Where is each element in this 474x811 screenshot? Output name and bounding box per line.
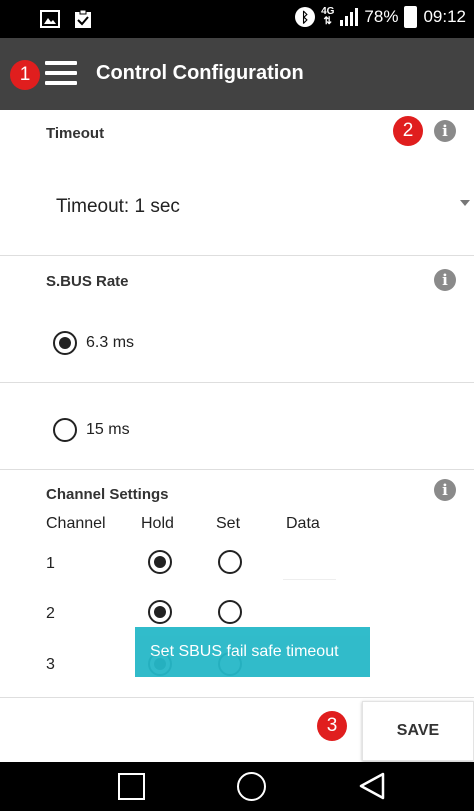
clipboard-check-icon (74, 9, 92, 29)
toast-message: Set SBUS fail safe timeout (135, 627, 370, 677)
hold-radio-channel-2[interactable] (148, 600, 172, 624)
hold-radio-channel-1[interactable] (148, 550, 172, 574)
sbus-rate-title: S.BUS Rate (46, 273, 129, 290)
divider (0, 697, 474, 698)
bluetooth-icon: ᛒ (295, 7, 316, 27)
divider (0, 382, 474, 383)
battery-icon (404, 6, 418, 28)
channel-settings-title: Channel Settings (46, 486, 169, 503)
divider (0, 255, 474, 256)
set-radio-channel-1[interactable] (218, 550, 242, 574)
status-bar: ᛒ 4G ⇅ 78% 09:12 (0, 0, 474, 38)
info-icon[interactable]: i (434, 269, 456, 291)
timeout-dropdown-value: Timeout: 1 sec (56, 196, 180, 217)
network-indicator: 4G ⇅ (321, 6, 335, 27)
radio-label: 6.3 ms (86, 334, 135, 351)
channel-number: 1 (46, 555, 55, 572)
channel-number: 2 (46, 605, 55, 622)
network-label: 4G (321, 6, 335, 17)
radio-label: 15 ms (86, 421, 130, 438)
status-right: ᛒ 4G ⇅ 78% 09:12 (295, 6, 466, 28)
hamburger-menu-icon[interactable] (45, 61, 77, 85)
column-header-channel: Channel (46, 515, 106, 532)
column-header-data: Data (286, 515, 320, 532)
divider (0, 469, 474, 470)
info-icon[interactable]: i (434, 479, 456, 501)
status-left-icons (40, 9, 92, 29)
chevron-down-icon (460, 200, 470, 206)
set-radio-channel-2[interactable] (218, 600, 242, 624)
back-icon[interactable] (358, 771, 386, 801)
battery-percentage: 78% (364, 7, 399, 26)
annotation-marker-3: 3 (317, 711, 347, 741)
home-icon[interactable] (237, 772, 266, 801)
image-icon (40, 9, 60, 29)
recent-apps-icon[interactable] (118, 773, 145, 800)
radio-15ms[interactable] (53, 418, 77, 442)
data-input-channel-1[interactable] (283, 579, 336, 580)
info-icon[interactable]: i (434, 120, 456, 142)
app-bar: Control Configuration (0, 38, 474, 110)
column-header-set: Set (216, 515, 241, 532)
signal-icon (340, 8, 359, 26)
radio-6-3ms[interactable] (53, 331, 77, 355)
clock: 09:12 (423, 7, 466, 26)
channel-number: 3 (46, 656, 55, 673)
page-title: Control Configuration (96, 62, 304, 84)
navigation-bar (0, 762, 474, 811)
timeout-title: Timeout (46, 125, 105, 142)
column-header-hold: Hold (141, 515, 174, 532)
annotation-marker-2: 2 (393, 116, 423, 146)
annotation-marker-1: 1 (10, 60, 40, 90)
save-button[interactable]: SAVE (362, 701, 474, 761)
